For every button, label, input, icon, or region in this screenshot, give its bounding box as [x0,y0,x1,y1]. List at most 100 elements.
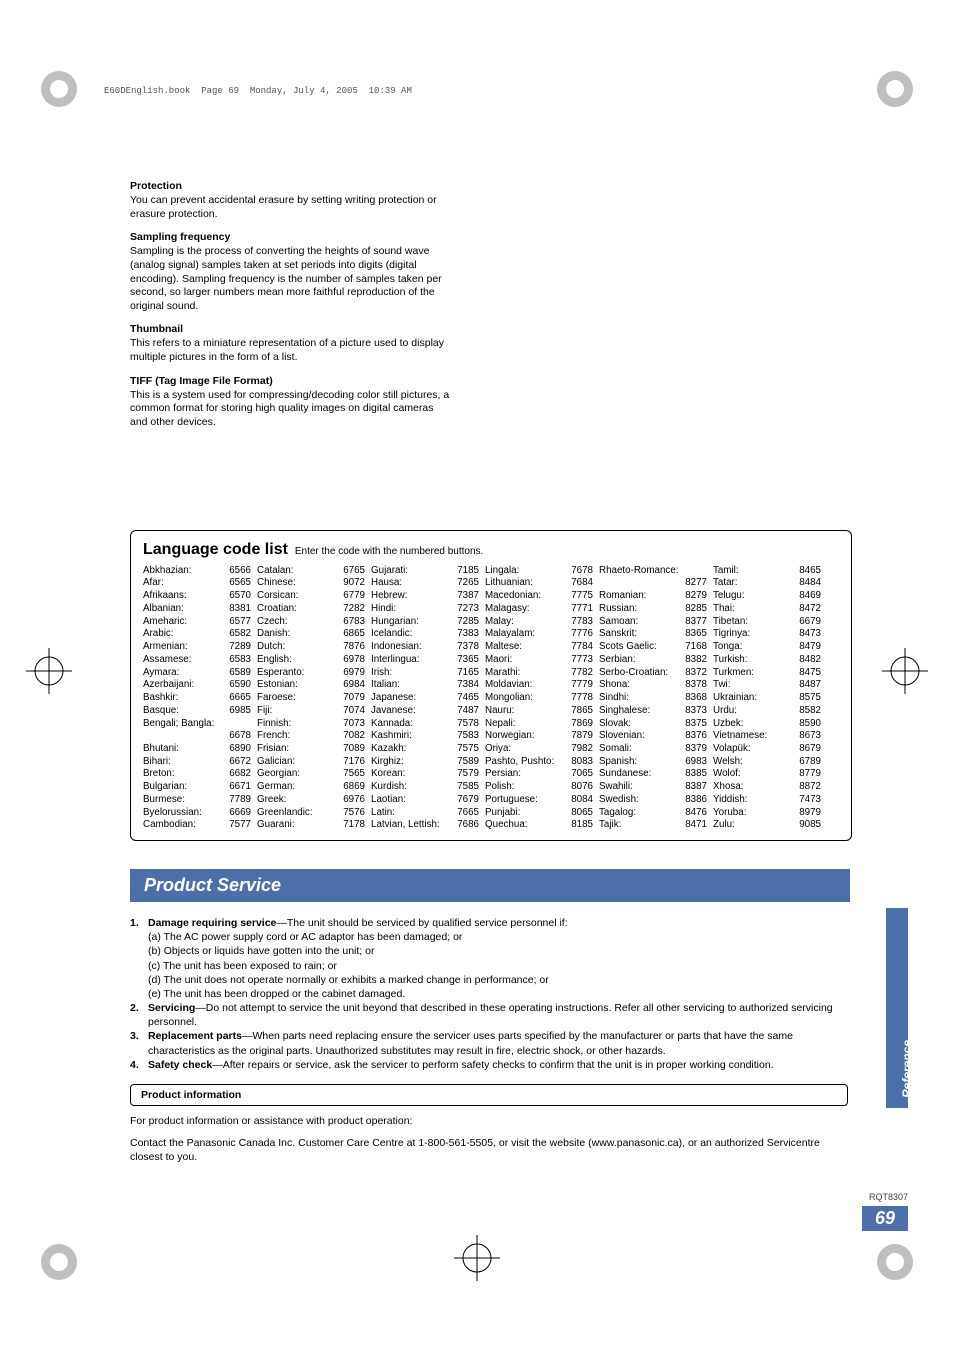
lang-name: Esperanto: [257,667,304,680]
lang-title: Language code list [143,541,288,558]
product-service-heading: Product Service [130,869,850,902]
definition-block: Sampling frequencySampling is the proces… [130,231,450,313]
lang-name: Malagasy: [485,603,530,616]
lang-row: Portuguese:8084 [485,794,593,807]
lang-name: Bihari: [143,756,171,769]
lang-name: Cambodian: [143,819,196,832]
lang-name: Malay: [485,616,514,629]
lang-name: Turkish: [713,654,747,667]
lang-code: 8381 [225,603,251,616]
lang-code: 7365 [453,654,479,667]
lang-name: Afrikaans: [143,590,187,603]
lang-name: Hindi: [371,603,396,616]
lang-name: Ameharic: [143,616,187,629]
lang-name: Tigrinya: [713,628,750,641]
lang-row: Esperanto:6979 [257,667,365,680]
lang-row: Chinese:9072 [257,577,365,590]
lang-name: Tonga: [713,641,742,654]
lang-row: Bulgarian:6671 [143,781,251,794]
service-sub-item: (c) The unit has been exposed to rain; o… [148,959,850,973]
lang-row: Maltese:7784 [485,641,593,654]
lang-code: 8590 [795,718,821,731]
lang-code: 8083 [567,756,593,769]
lang-row: Gujarati:7185 [371,565,479,578]
lang-row: Lithuanian:7684 [485,577,593,590]
lang-name: Hungarian: [371,616,419,629]
lang-code: 8376 [681,730,707,743]
lang-code: 7487 [453,705,479,718]
lang-code: 7282 [339,603,365,616]
lang-name: Serbo-Croatian: [599,667,668,680]
definition-body: You can prevent accidental erasure by se… [130,194,450,221]
lang-name: Azerbaijani: [143,679,194,692]
lang-row: Pashto, Pushto:8083 [485,756,593,769]
lang-name: Persian: [485,768,521,781]
lang-column: Tamil:8465Tatar:8484Telugu:8469Thai:8472… [713,565,821,832]
lang-code: 7289 [225,641,251,654]
lang-code: 7073 [339,718,365,731]
lang-name: Aymara: [143,667,179,680]
register-mark-icon [882,648,928,694]
lang-code: 8475 [795,667,821,680]
lang-row: Singhalese:8373 [599,705,707,718]
lang-row: Yiddish:7473 [713,794,821,807]
lang-code [703,565,707,578]
lang-name: Maltese: [485,641,522,654]
lang-row: Macedonian:7775 [485,590,593,603]
lang-row: Galician:7176 [257,756,365,769]
lang-name: Malayalam: [485,628,535,641]
lang-name: Interlingua: [371,654,419,667]
lang-name: Czech: [257,616,288,629]
lang-name: Thai: [713,603,735,616]
lang-name: Slovenian: [599,730,645,743]
lang-column: Catalan:6765Chinese:9072Corsican:6779Cro… [257,565,365,832]
lang-code: 8582 [795,705,821,718]
lang-row: Frisian:7089 [257,743,365,756]
lang-row: Malay:7783 [485,616,593,629]
register-mark-icon [454,1235,500,1281]
lang-code: 8872 [795,781,821,794]
lang-row: Vietnamese:8673 [713,730,821,743]
language-code-list-box: Language code list Enter the code with t… [130,530,852,841]
lang-name: Rhaeto-Romance: [599,565,679,578]
lang-row: Hindi:7273 [371,603,479,616]
lang-name: Kurdish: [371,781,407,794]
lang-row: Scots Gaelic:7168 [599,641,707,654]
lang-name: Frisian: [257,743,289,756]
lang-name: Punjabi: [485,807,520,820]
lang-row: Volapük:8679 [713,743,821,756]
lang-name: Swahili: [599,781,633,794]
lang-name: Moldavian: [485,679,532,692]
lang-code: 8484 [795,577,821,590]
lang-name: Catalan: [257,565,294,578]
lang-row: Lingala:7678 [485,565,593,578]
lang-name: Xhosa: [713,781,744,794]
lang-row: 8277 [599,577,707,590]
service-item-text: Damage requiring service—The unit should… [148,916,850,930]
lang-code: 7679 [453,794,479,807]
lang-name: Byelorussian: [143,807,202,820]
lang-name: Yoruba: [713,807,746,820]
lang-name: Kashmiri: [371,730,412,743]
lang-code: 8476 [681,807,707,820]
lang-name: Volapük: [713,743,751,756]
lang-code: 7665 [453,807,479,820]
lang-name: Swedish: [599,794,639,807]
lang-code: 6669 [225,807,251,820]
lang-subtitle: Enter the code with the numbered buttons… [295,546,483,557]
lang-row: Hungarian:7285 [371,616,479,629]
lang-code: 8673 [795,730,821,743]
lang-code: 8285 [681,603,707,616]
lang-row: Spanish:6983 [599,756,707,769]
lang-code: 6984 [339,679,365,692]
lang-row: Polish:8076 [485,781,593,794]
lang-code: 6589 [225,667,251,680]
lang-row: Urdu:8582 [713,705,821,718]
lang-row: Telugu:8469 [713,590,821,603]
lang-code: 6983 [681,756,707,769]
lang-name: Polish: [485,781,514,794]
lang-row: Azerbaijani:6590 [143,679,251,692]
lang-row: Byelorussian: 6669 [143,807,251,820]
lang-code: 7178 [339,819,365,832]
lang-row: Slovenian: 8376 [599,730,707,743]
